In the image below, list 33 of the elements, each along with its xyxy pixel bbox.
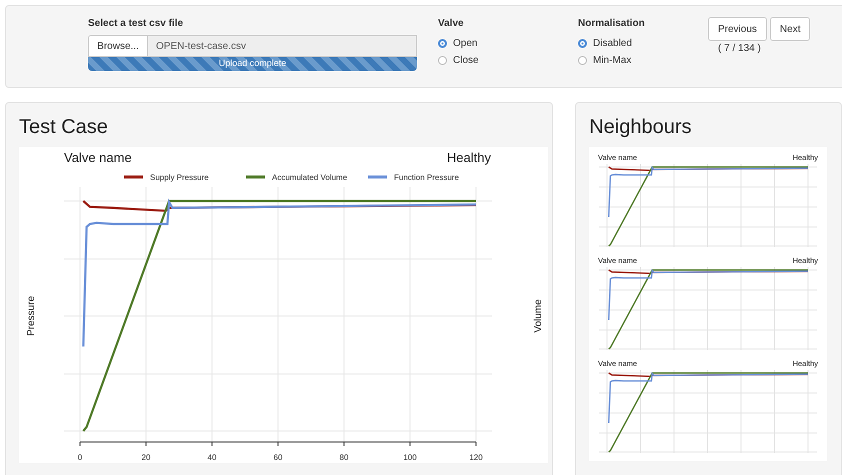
y-axis-label: Pressure: [26, 296, 37, 336]
radio-button[interactable]: [438, 56, 447, 65]
file-input-label: Select a test csv file: [88, 18, 184, 29]
radio-label: Close: [453, 55, 479, 66]
legend-label: Accumulated Volume: [272, 173, 348, 182]
legend-label: Supply Pressure: [150, 173, 209, 182]
x-tick-label: 0: [78, 453, 82, 462]
y2-axis-label: Volume: [533, 299, 544, 333]
radio-label: Min-Max: [593, 55, 632, 66]
valve-label: Valve: [438, 18, 465, 29]
x-tick-label: 40: [208, 453, 216, 462]
radio-label: Disabled: [593, 38, 632, 49]
normalisation-label: Normalisation: [578, 18, 646, 29]
legend-label: Function Pressure: [394, 173, 459, 182]
page-counter: ( 7 / 134 ): [718, 43, 762, 54]
x-tick-label: 20: [142, 453, 150, 462]
radio-label: Open: [453, 38, 478, 49]
x-tick-label: 120: [469, 453, 483, 462]
next-button[interactable]: Next: [770, 17, 810, 41]
chart-status: Healthy: [446, 150, 491, 165]
file-name-field[interactable]: OPEN-test-case.csv: [148, 35, 417, 57]
x-tick-label: 60: [274, 453, 282, 462]
panel-title: Test Case: [19, 115, 109, 139]
previous-button[interactable]: Previous: [708, 17, 767, 41]
chart-title: Valve name: [64, 150, 132, 165]
x-tick-label: 80: [340, 453, 348, 462]
radio-button[interactable]: [578, 56, 587, 65]
progress-text: Upload complete: [218, 58, 288, 68]
panel-title: Neighbours: [589, 115, 692, 139]
radio-button[interactable]: [438, 39, 447, 48]
x-tick-label: 100: [403, 453, 417, 462]
browse-button[interactable]: Browse...: [88, 35, 148, 57]
radio-button[interactable]: [578, 39, 587, 48]
